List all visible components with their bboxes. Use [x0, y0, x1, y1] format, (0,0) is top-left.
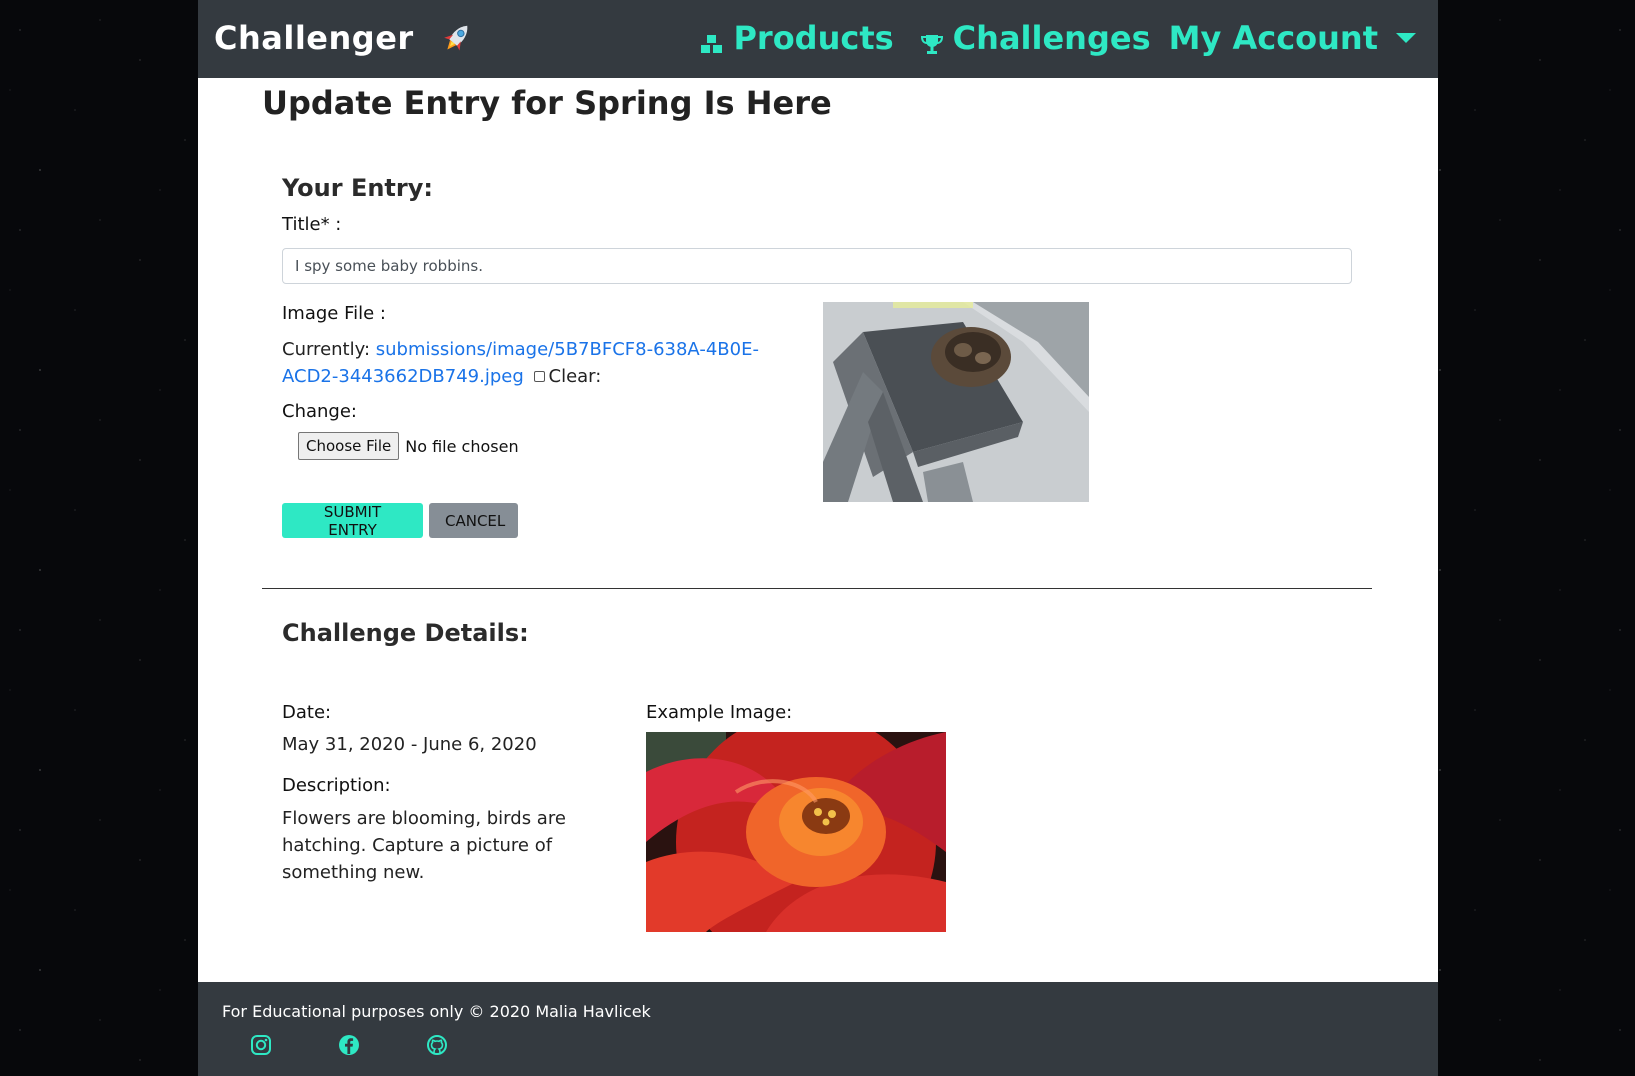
date-label: Date: [282, 702, 332, 723]
nav-items: Products Challenges My Account [700, 16, 1416, 60]
no-file-text: No file chosen [405, 436, 519, 456]
description-value: Flowers are blooming, birds are hatching… [282, 808, 566, 883]
cubes-icon [700, 26, 724, 53]
challenge-heading: Challenge Details: [282, 619, 529, 647]
page-title: Update Entry for Spring Is Here [262, 84, 832, 122]
description-label: Description: [282, 775, 391, 796]
entry-heading: Your Entry: [282, 174, 433, 202]
file-input: Choose File No file chosen [298, 432, 519, 460]
nav-challenges[interactable]: Challenges [920, 19, 1151, 57]
brand-link[interactable]: Challenger [214, 16, 474, 60]
nav-products[interactable]: Products [700, 19, 894, 57]
cancel-button[interactable]: CANCEL [429, 503, 518, 538]
page-container: Challenger Products Challenges My Accoun… [198, 0, 1438, 1076]
trophy-icon [920, 26, 944, 54]
caret-down-icon [1396, 33, 1416, 43]
nav-account-label: My Account [1168, 19, 1378, 57]
section-divider [262, 588, 1372, 589]
rocket-icon [440, 20, 474, 56]
date-value: May 31, 2020 - June 6, 2020 [282, 734, 537, 755]
clear-label: Clear: [548, 366, 602, 387]
entry-image [823, 302, 1089, 502]
brand-name: Challenger [214, 19, 414, 57]
nav-account-dropdown[interactable]: My Account [1169, 19, 1416, 57]
current-file-row: Currently: submissions/image/5B7BFCF8-63… [282, 336, 802, 390]
navbar: Challenger Products Challenges My Accoun… [198, 0, 1438, 78]
nav-products-label: Products [733, 19, 894, 57]
change-label: Change: [282, 401, 357, 422]
facebook-icon[interactable] [338, 1034, 360, 1056]
nav-challenges-label: Challenges [952, 19, 1151, 57]
footer: For Educational purposes only © 2020 Mal… [198, 982, 1438, 1076]
example-image-label: Example Image: [646, 702, 793, 723]
example-image [646, 732, 946, 932]
github-icon[interactable] [426, 1034, 448, 1056]
choose-file-button[interactable]: Choose File [298, 432, 400, 460]
submit-entry-button[interactable]: SUBMIT ENTRY [282, 503, 423, 539]
title-label: Title* : [282, 214, 342, 235]
instagram-icon[interactable] [250, 1034, 272, 1056]
currently-label: Currently: [282, 339, 371, 360]
image-file-label: Image File : [282, 303, 387, 324]
title-input[interactable] [282, 248, 1352, 284]
footer-text: For Educational purposes only © 2020 Mal… [222, 1002, 651, 1021]
clear-checkbox[interactable] [533, 371, 545, 382]
